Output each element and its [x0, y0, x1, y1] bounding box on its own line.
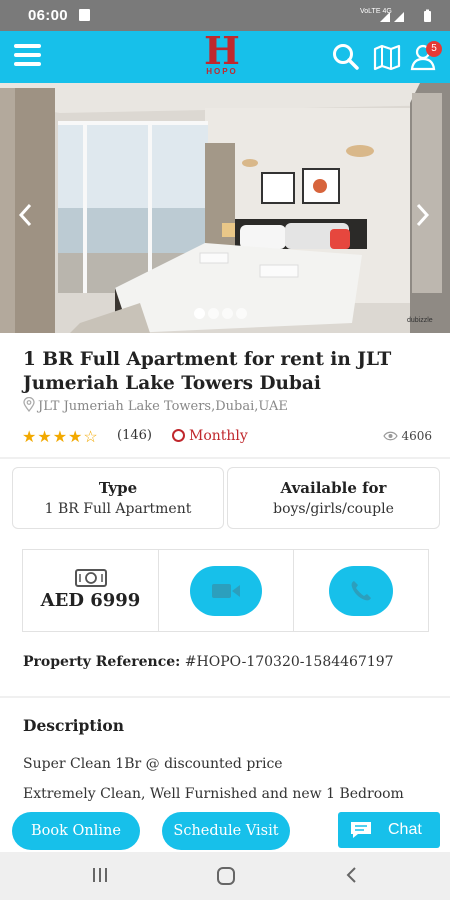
rent-period: Monthly [172, 428, 248, 444]
star-rating: ★★★★☆ [22, 427, 99, 446]
price-cell: AED 6999 [23, 550, 158, 631]
next-photo-icon[interactable] [412, 201, 432, 229]
action-panel: AED 6999 [22, 549, 429, 632]
review-count[interactable]: (146) [117, 428, 152, 443]
divider [0, 457, 450, 459]
video-tour-button[interactable] [190, 566, 262, 616]
phone-icon [351, 581, 371, 601]
carousel-dot[interactable] [222, 308, 233, 319]
period-circle-icon [172, 429, 185, 442]
apartment-photo [0, 83, 450, 333]
search-icon[interactable] [330, 42, 360, 72]
type-card: Type 1 BR Full Apartment [12, 467, 224, 529]
call-button[interactable] [329, 566, 393, 616]
hamburger-menu-icon[interactable] [14, 44, 41, 68]
photo-watermark: dubizzle [407, 317, 433, 324]
signal-battery-icon [380, 9, 431, 22]
recent-apps-icon[interactable] [91, 866, 109, 884]
divider [293, 550, 294, 631]
schedule-visit-button[interactable]: Schedule Visit [162, 812, 290, 850]
chat-bubble-icon [351, 822, 371, 838]
status-time: 06:00 [28, 7, 68, 24]
star-filled-icon: ★ [37, 427, 53, 446]
rating-row: ★★★★☆ (146) Monthly 4606 [22, 427, 432, 447]
star-filled-icon: ★ [22, 427, 38, 446]
star-filled-icon: ★ [52, 427, 69, 446]
previous-photo-icon[interactable] [16, 201, 36, 229]
message-notification-icon [79, 9, 90, 21]
carousel-dot[interactable] [236, 308, 247, 319]
carousel-dot[interactable] [208, 308, 219, 319]
available-for-value: boys/girls/couple [273, 501, 394, 517]
price-value: AED 6999 [40, 590, 141, 611]
type-label: Type [98, 479, 138, 497]
star-filled-icon: ★ [68, 427, 84, 446]
description-title: Description [23, 716, 125, 735]
eye-icon [383, 431, 399, 441]
money-icon [74, 569, 107, 587]
book-online-button[interactable]: Book Online [12, 812, 140, 850]
system-navigation-bar [0, 852, 450, 900]
divider [0, 696, 450, 698]
star-empty-icon: ☆ [83, 427, 99, 446]
listing-title: 1 BR Full Apartment for rent in JLT Jume… [23, 349, 392, 394]
chat-button[interactable]: Chat [338, 812, 440, 848]
description-line: Extremely Clean, Well Furnished and new … [23, 786, 404, 802]
back-icon[interactable] [344, 866, 358, 884]
available-for-card: Available for boys/girls/couple [227, 467, 440, 529]
app-header: H HOPO 5 [0, 31, 450, 83]
divider [158, 550, 159, 631]
available-for-label: Available for [280, 479, 387, 497]
carousel-dots[interactable] [194, 304, 250, 323]
type-value: 1 BR Full Apartment [44, 501, 192, 517]
listing-photo-carousel[interactable]: dubizzle [0, 83, 450, 333]
location-pin-icon [23, 396, 35, 413]
description-line: Super Clean 1Br @ discounted price [23, 756, 283, 772]
hopo-logo[interactable]: H HOPO [200, 31, 244, 83]
carousel-dot[interactable] [194, 308, 205, 319]
status-bar: 06:00 VoLTE 4G [0, 0, 450, 31]
map-icon[interactable] [372, 42, 402, 72]
notification-badge: 5 [426, 41, 442, 57]
property-reference: Property Reference: #HOPO-170320-1584467… [23, 654, 394, 670]
home-icon[interactable] [216, 866, 236, 886]
view-count: 4606 [383, 429, 432, 443]
listing-location: JLT Jumeriah Lake Towers,Dubai,UAE [23, 396, 288, 414]
video-camera-icon [212, 584, 240, 598]
